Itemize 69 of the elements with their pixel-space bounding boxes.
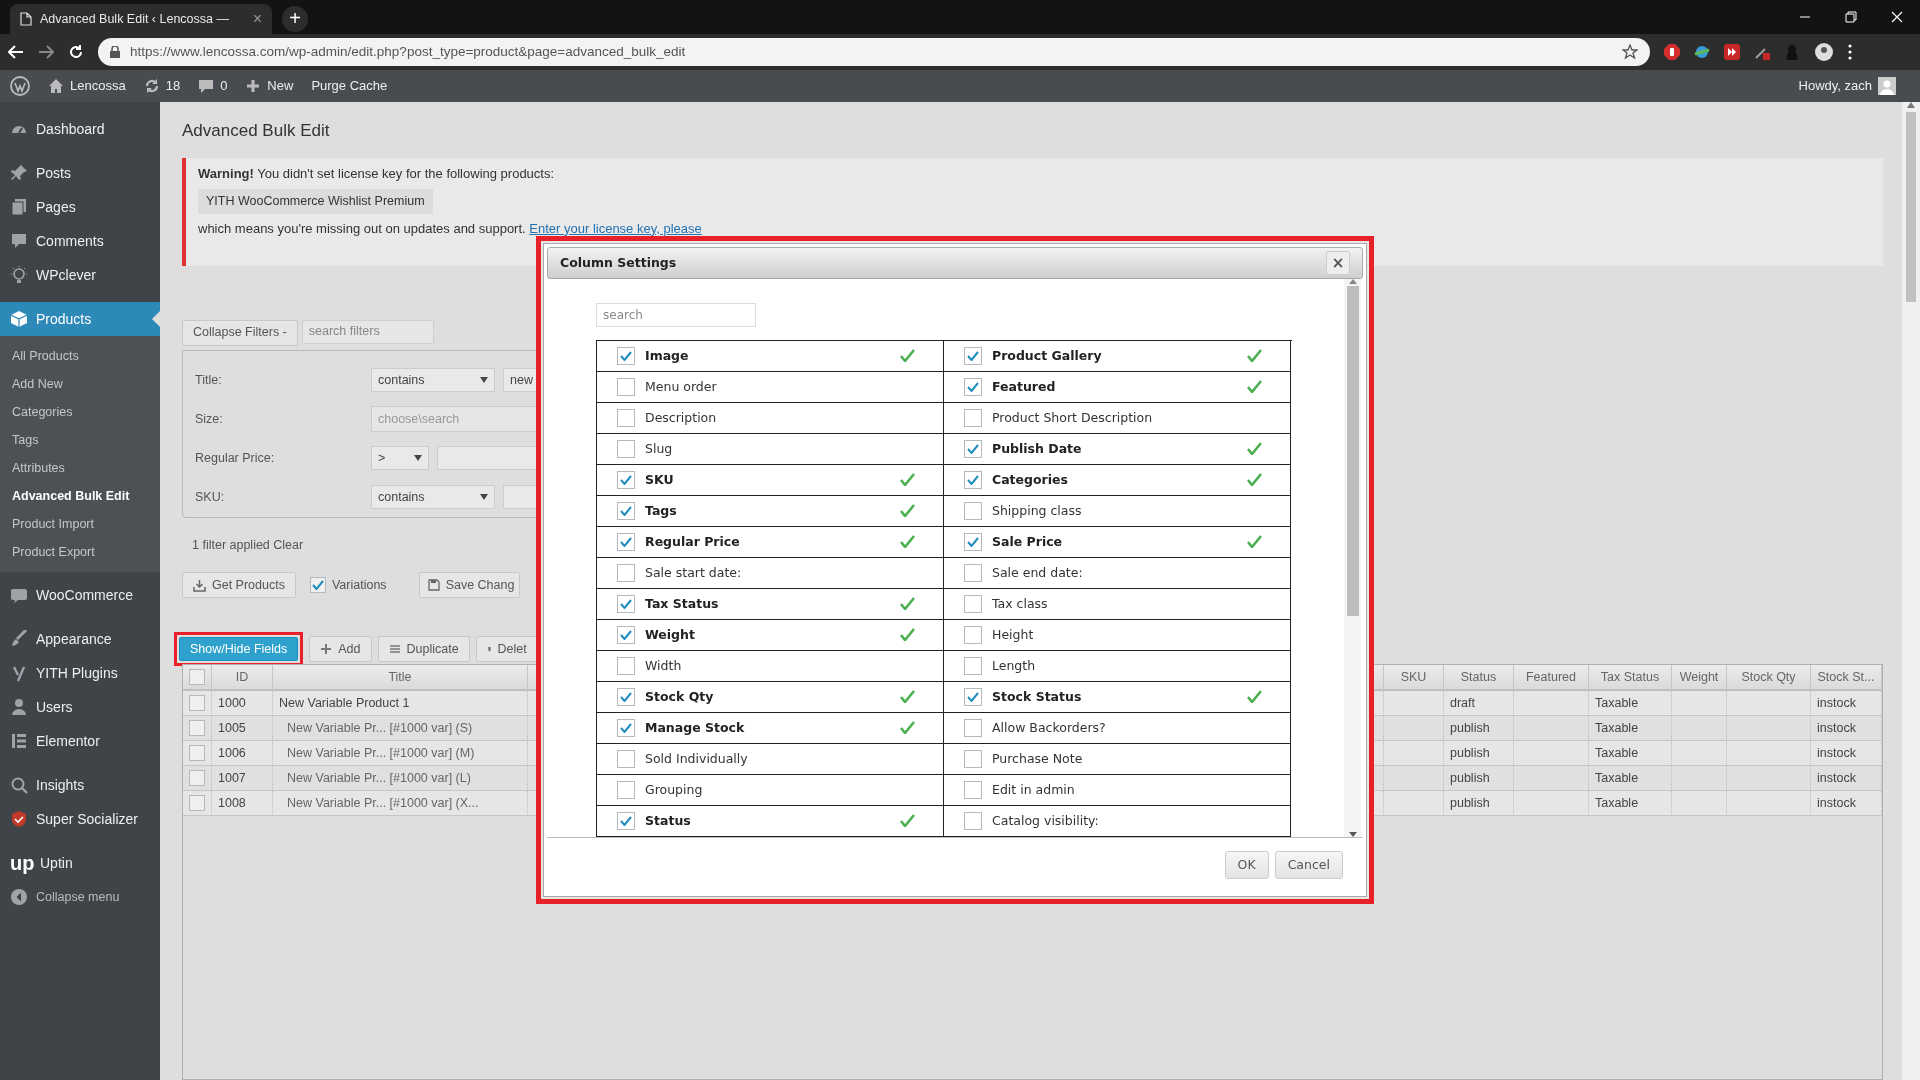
table-cell: publish <box>1444 766 1514 792</box>
field-label: Sold Individually <box>645 749 748 768</box>
table-cell: instock <box>1811 791 1882 817</box>
field-label: Description <box>645 408 717 427</box>
page-title: Advanced Bulk Edit <box>182 120 331 142</box>
table-cell: 1008 <box>212 791 273 817</box>
field-label: Product Short Description <box>992 408 1153 427</box>
field-label: Image <box>645 346 689 365</box>
table-cell: Taxable <box>1589 741 1672 767</box>
field-label: SKU <box>645 470 674 489</box>
field-label: Grouping <box>645 780 703 799</box>
table-cell: instock <box>1811 716 1882 742</box>
table-cell: Taxable <box>1589 791 1672 817</box>
logo-text: up <box>10 853 32 873</box>
warning-message: Warning! You didn't set license key for the following products: <box>198 164 556 183</box>
table-cell: Taxable <box>1589 766 1672 792</box>
field-label: Categories <box>992 470 1068 489</box>
filter-label: Size: <box>195 410 224 428</box>
field-label: Length <box>992 656 1036 675</box>
field-label: Shipping class <box>992 501 1082 520</box>
table-cell: New Variable Pr... [#1000 var] (X... <box>273 791 528 817</box>
field-label: Status <box>645 811 691 830</box>
field-label: Publish Date <box>992 439 1082 458</box>
filter-label: Title: <box>195 371 223 389</box>
table-cell: 1000 <box>212 691 273 717</box>
field-label: Product Gallery <box>992 346 1102 365</box>
table-cell: 1007 <box>212 766 273 792</box>
table-cell: publish <box>1444 716 1514 742</box>
table-cell: 1005 <box>212 716 273 742</box>
field-label: Tax Status <box>645 594 719 613</box>
variations-label: Variations <box>331 576 387 594</box>
field-label: Stock Status <box>992 687 1082 706</box>
product-tag: YITH WooCommerce Wishlist Premium <box>198 189 433 214</box>
tab-title: Advanced Bulk Edit ‹ Lencossa — <box>40 10 230 28</box>
table-cell: New Variable Pr... [#1000 var] (L) <box>273 766 528 792</box>
table-cell: publish <box>1444 791 1514 817</box>
notice-text: which means you're missing out on updates and support. Enter your license key, please <box>198 219 703 238</box>
field-label: Sale end date: <box>992 563 1083 582</box>
field-label: Catalog visibility: <box>992 811 1099 830</box>
filter-label: SKU: <box>195 488 226 506</box>
field-label: Weight <box>645 625 695 644</box>
field-label: Featured <box>992 377 1056 396</box>
table-cell: New Variable Pr... [#1000 var] (S) <box>273 716 528 742</box>
field-label: Edit in admin <box>992 780 1075 799</box>
table-cell: Taxable <box>1589 716 1672 742</box>
field-label: Sale Price <box>992 532 1063 551</box>
field-label: Width <box>645 656 682 675</box>
table-cell: draft <box>1444 691 1514 717</box>
field-label: Regular Price <box>645 532 740 551</box>
field-label: Slug <box>645 439 673 458</box>
table-cell: Taxable <box>1589 691 1672 717</box>
filter-label: Regular Price: <box>195 449 276 467</box>
table-cell: instock <box>1811 691 1882 717</box>
table-cell: New Variable Product 1 <box>273 691 528 717</box>
table-cell: New Variable Pr... [#1000 var] (M) <box>273 741 528 767</box>
field-label: Tax class <box>992 594 1048 613</box>
table-cell: publish <box>1444 741 1514 767</box>
field-label: Tags <box>645 501 677 520</box>
field-label: Allow Backorders? <box>992 718 1106 737</box>
field-label: Menu order <box>645 377 717 396</box>
field-label: Stock Qty <box>645 687 714 706</box>
field-label: Purchase Note <box>992 749 1083 768</box>
table-cell: instock <box>1811 766 1882 792</box>
table-cell: instock <box>1811 741 1882 767</box>
field-label: Height <box>992 625 1034 644</box>
field-label: Manage Stock <box>645 718 745 737</box>
dialog-title: Column Settings <box>560 253 677 272</box>
field-label: Sale start date: <box>645 563 742 582</box>
table-cell: 1006 <box>212 741 273 767</box>
